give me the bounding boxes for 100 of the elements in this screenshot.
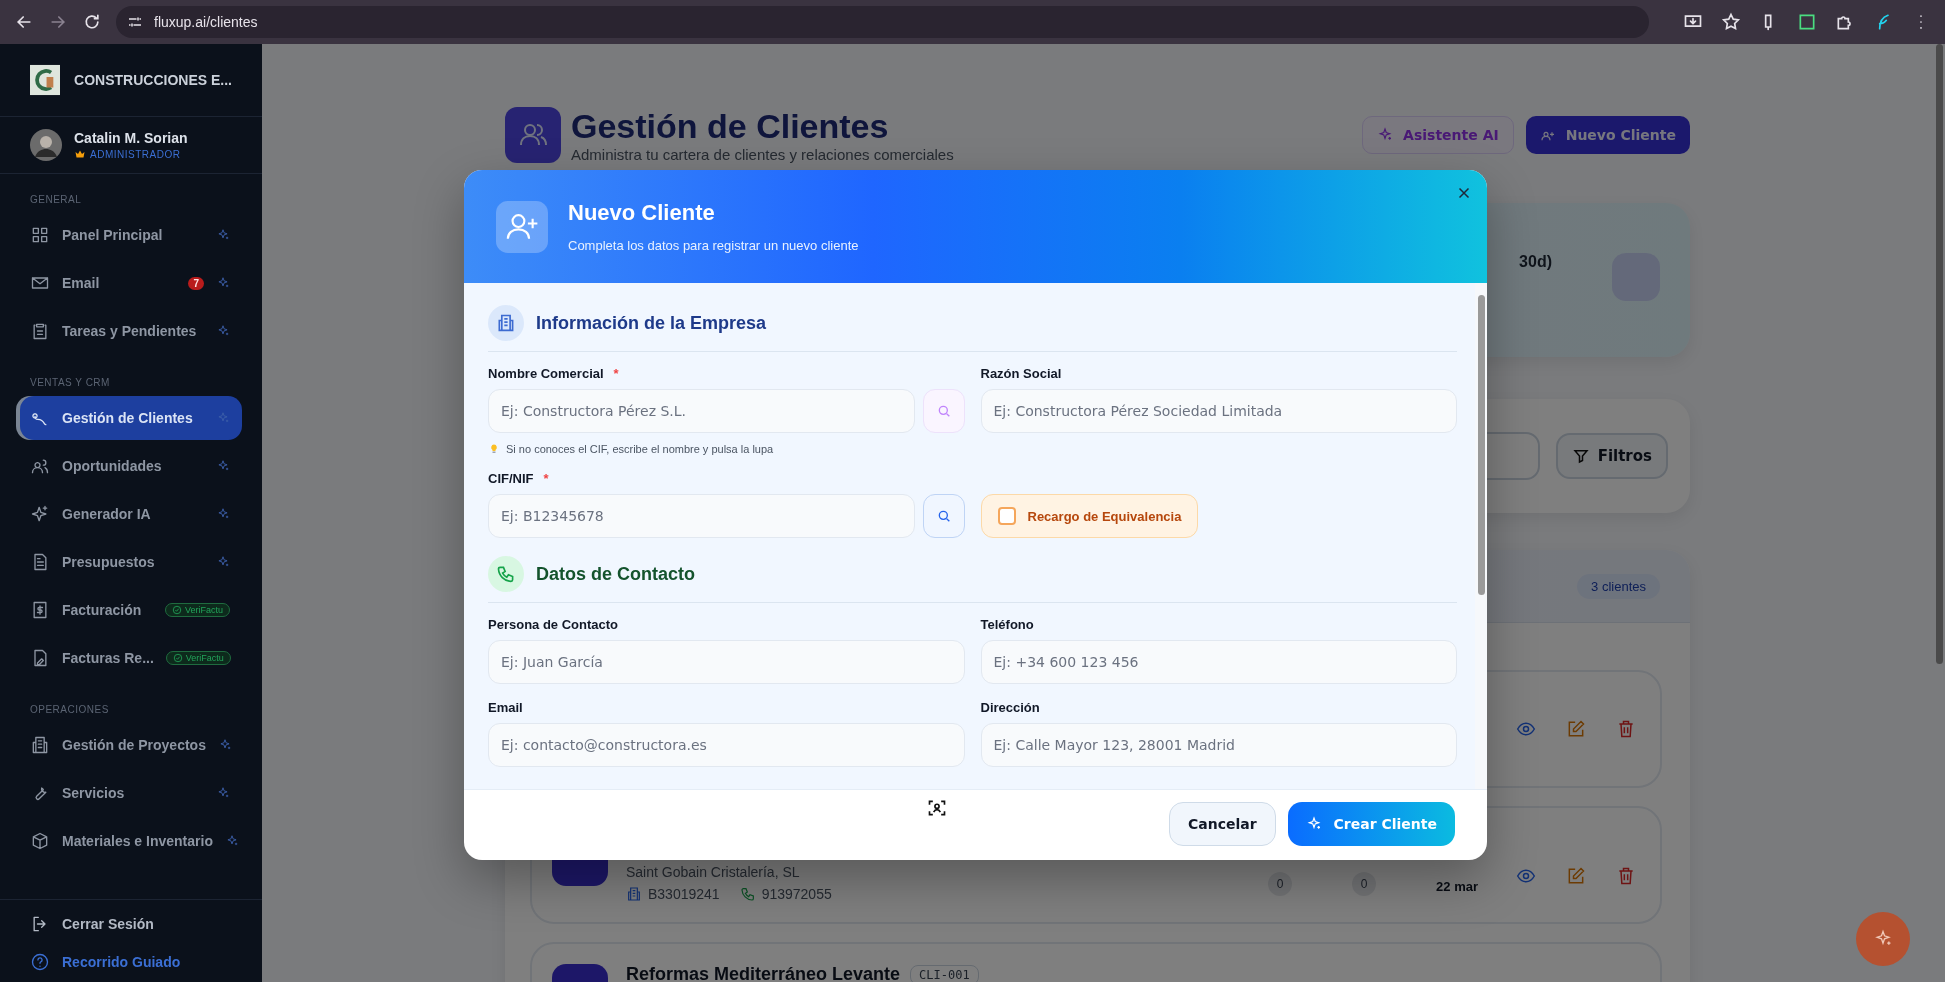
ai-assistant-button[interactable] [1856,912,1910,966]
nav-item[interactable]: Materiales e Inventario [20,819,242,863]
sparkle-icon [224,834,239,848]
required-mark: * [543,471,549,486]
field-hint: Si no conoces el CIF, escribe el nombre y pulsa la lupa [506,443,774,455]
nav-item[interactable]: Panel Principal [20,213,242,257]
sparkle-icon [217,738,232,752]
dialog-scrollbar[interactable] [1475,283,1487,789]
section-title: Información de la Empresa [536,312,767,334]
user-name: Catalin M. Sorian [74,130,188,146]
view-icon[interactable] [1516,866,1536,886]
section-title: Datos de Contacto [536,563,695,585]
nav-icon [30,831,50,851]
client-legal-name: Saint Gobain Cristalería, SL [626,864,801,880]
dialog-button[interactable]: Crear Cliente [1287,802,1455,846]
building-icon [626,886,642,902]
sparkle-icon [216,411,230,425]
sparkle-icon [1305,816,1322,832]
notification-badge: 7 [188,276,204,290]
nav-item[interactable]: Generador IA [20,492,242,536]
section-icon [488,556,524,592]
input-field[interactable]: Ej: contacto@constructora.es [488,723,965,767]
stat-count: 0 [1352,872,1377,896]
client-card[interactable]: Reformas Mediterráneo Levante CLI-001 [530,942,1662,982]
sidebar-link[interactable]: Recorrido Guiado [30,952,232,972]
input-field[interactable]: Ej: +34 600 123 456 [980,640,1457,684]
nav-icon [30,504,50,524]
crown-icon [74,148,86,160]
view-icon[interactable] [1516,719,1536,739]
filters-button[interactable]: Filtros [1555,433,1668,479]
help-icon [30,952,50,972]
nav-section-title: OPERACIONES [29,703,110,717]
company-name: CONSTRUCCIONES E... [74,72,232,88]
required-mark: * [613,366,619,381]
field-label: CIF/NIF [488,471,534,486]
nav-item[interactable]: Tareas y Pendientes [20,309,242,353]
sparkle-icon [216,228,230,242]
client-cif: B33019241 [648,886,720,902]
page-scrollbar[interactable] [1936,44,1943,664]
nav-item[interactable]: Email 7 [20,261,242,305]
field-label: Teléfono [980,617,1034,632]
field-label: Razón Social [980,366,1062,381]
nav-item[interactable]: Servicios [20,771,242,815]
input-field[interactable]: Ej: Constructora Pérez Sociedad Limitada [980,389,1457,433]
users-icon [505,106,561,163]
checkbox[interactable] [997,507,1016,525]
field-label: Nombre Comercial [488,366,604,381]
nav-item[interactable]: Presupuestos [20,540,242,584]
created-date: 22 mar [1436,879,1478,896]
check-circle-icon [171,605,182,615]
filter-icon [1571,447,1590,465]
star-icon[interactable] [1721,12,1741,32]
section-icon [488,305,524,341]
address-bar[interactable]: fluxup.ai/clientes [116,6,1649,38]
sparkle-icon [216,507,230,521]
reload-icon[interactable] [82,12,102,32]
nav-item[interactable]: Facturas Re... VeriFactu [20,636,242,680]
stat-count: 0 [1268,872,1293,896]
input-field[interactable]: Ej: Calle Mayor 123, 28001 Madrid [980,723,1457,767]
client-name: Reformas Mediterráneo Levante [626,964,901,982]
sparkle-icon [216,324,230,338]
nav-section-title: VENTAS Y CRM [29,376,111,390]
search-button[interactable] [922,494,965,538]
input-field[interactable]: Ej: Juan García [488,640,965,684]
input-field[interactable]: Ej: B12345678 [488,494,915,538]
edit-icon[interactable] [1566,719,1586,739]
add-user-icon [496,200,548,253]
equivalence-surcharge-checkbox[interactable]: Recargo de Equivalencia [980,494,1199,538]
client-phone: 913972055 [761,886,832,902]
header-button[interactable]: Nuevo Cliente [1525,115,1690,154]
client-code: CLI-001 [910,964,979,982]
edit-icon[interactable] [1566,866,1586,886]
face-scan-icon[interactable] [927,798,947,818]
lightbulb-icon [488,443,500,455]
client-count-badge: 3 clientes [1577,573,1660,599]
field-label: Persona de Contacto [488,617,619,632]
verifactu-tag: VeriFactu [164,603,230,617]
sidebar-link[interactable]: Cerrar Sesión [30,914,232,934]
user-role: ADMINISTRADOR [90,148,181,160]
input-field[interactable]: Ej: Constructora Pérez S.L. [488,389,915,433]
dialog-button[interactable]: Cancelar [1168,802,1276,846]
nav-section-title: GENERAL [29,193,83,207]
sparkle-icon [216,459,230,473]
nav-icon [30,225,50,245]
nav-item[interactable]: Gestión de Proyectos [20,723,242,767]
sparkle-icon [216,276,230,290]
nav-item[interactable]: Oportunidades [20,444,242,488]
stat-label: 30d) [1519,253,1552,271]
check-circle-icon [172,653,183,663]
nav-icon [30,735,50,755]
user-avatar[interactable] [30,129,62,161]
page-subtitle: Administra tu cartera de clientes y relaciones comerciales [571,146,955,163]
delete-icon[interactable] [1616,866,1636,886]
nav-item[interactable]: Facturación VeriFactu [20,588,242,632]
field-label: Dirección [980,700,1040,715]
field-label: Email [488,700,523,715]
delete-icon[interactable] [1616,719,1636,739]
extension-icon[interactable] [1797,12,1817,32]
sparkle-icon [216,786,230,800]
phone-icon [739,886,756,902]
